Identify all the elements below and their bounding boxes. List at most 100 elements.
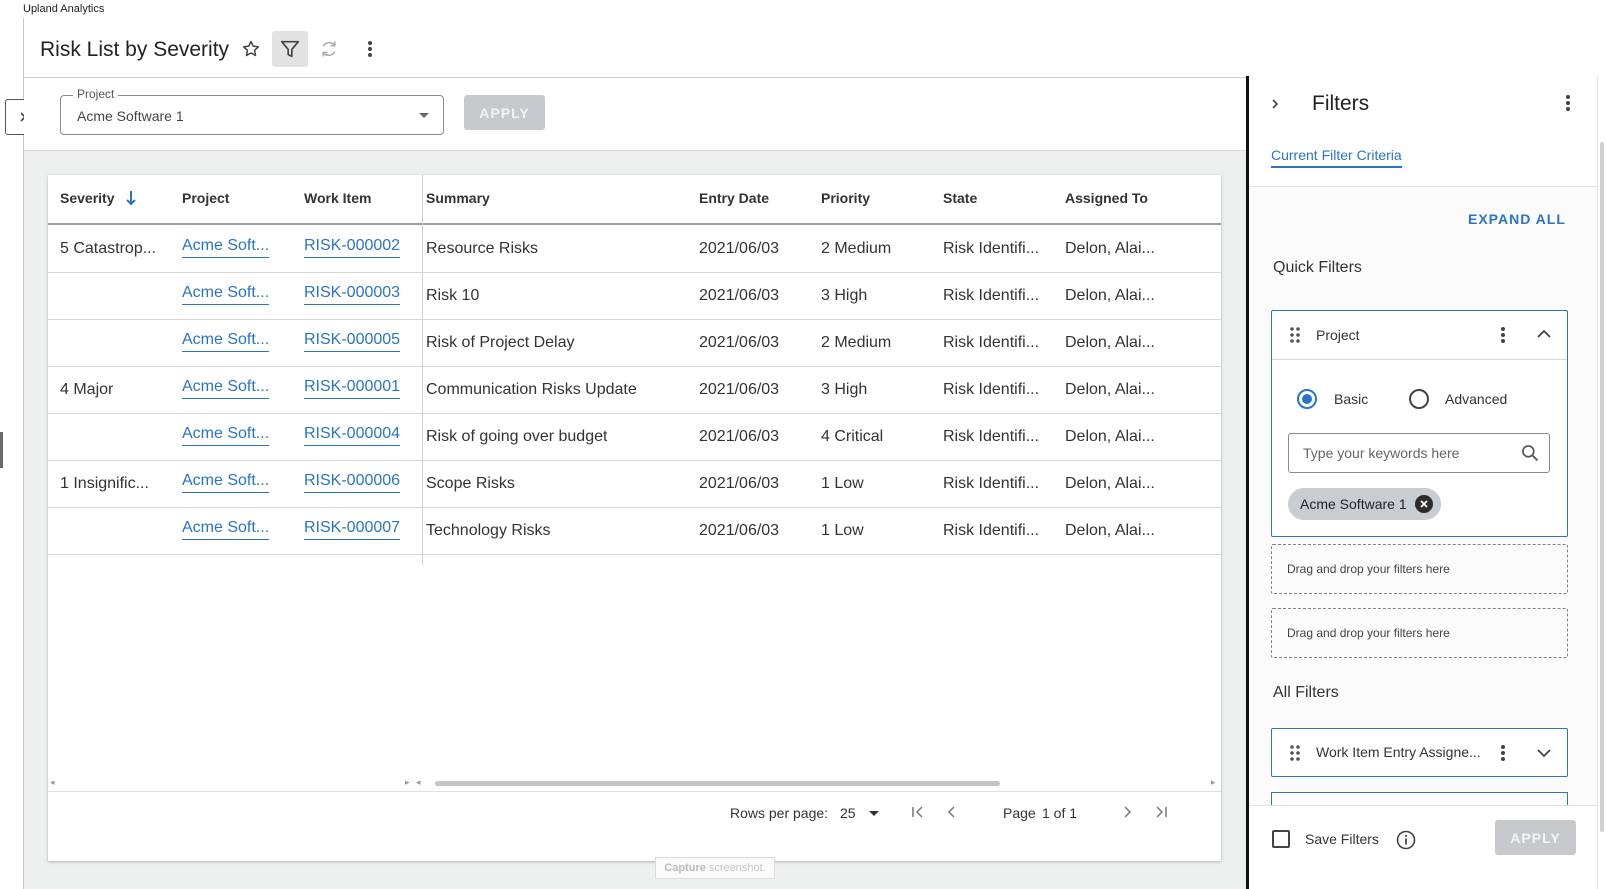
drag-handle-icon[interactable] [1289, 326, 1301, 344]
chevron-down-icon[interactable] [1537, 748, 1551, 758]
chevron-up-icon[interactable] [1537, 329, 1551, 339]
scroll-right-icon[interactable]: ▸ [1211, 777, 1216, 788]
prev-page-icon [947, 806, 955, 818]
page-label: Page [1003, 805, 1036, 821]
first-page-button[interactable] [908, 802, 928, 822]
column-header-state[interactable]: State [943, 190, 977, 206]
column-header-entry-date[interactable]: Entry Date [699, 190, 769, 206]
column-header-work-item[interactable]: Work Item [304, 190, 371, 206]
table-row[interactable]: Acme Soft... RISK-000005 Risk of Project D… [48, 319, 1221, 367]
cell-priority: 2 Medium [821, 334, 892, 351]
cell-entry-date: 2021/06/03 [699, 522, 780, 539]
column-header-severity[interactable]: Severity [60, 190, 137, 206]
filters-menu-button[interactable] [1560, 93, 1576, 113]
radio-advanced-label: Advanced [1445, 391, 1508, 407]
horizontal-scrollbar[interactable] [435, 781, 1000, 786]
cell-project[interactable]: Acme Soft... [182, 284, 270, 305]
kebab-menu-icon [1566, 95, 1570, 111]
scroll-left-icon[interactable]: ◂ [50, 777, 55, 788]
rows-per-page-select[interactable]: 25 [840, 805, 880, 821]
column-header-assigned-to[interactable]: Assigned To [1065, 190, 1148, 206]
prev-page-button[interactable] [942, 802, 962, 822]
cell-assigned-to: Delon, Alai... [1065, 428, 1155, 445]
risk-table: Severity Project Work Item Summary Entry… [48, 175, 1221, 861]
cell-work-item[interactable]: RISK-000002 [304, 237, 401, 258]
column-header-project[interactable]: Project [182, 190, 229, 206]
cell-project[interactable]: Acme Soft... [182, 472, 270, 493]
favorite-button[interactable] [233, 31, 269, 67]
scroll-right-icon[interactable]: ▸ [405, 777, 410, 788]
cell-assigned-to: Delon, Alai... [1065, 240, 1155, 257]
cell-state: Risk Identifi... [943, 381, 1040, 398]
cell-work-item[interactable]: RISK-000004 [304, 425, 401, 446]
more-options-button[interactable] [352, 31, 388, 67]
apply-button[interactable]: APPLY [464, 95, 545, 130]
save-filters-checkbox[interactable] [1272, 830, 1290, 848]
cell-project[interactable]: Acme Soft... [182, 378, 270, 399]
project-filter-header[interactable]: Project [1272, 311, 1567, 360]
table-row[interactable]: 4 Major Acme Soft... RISK-000001 Communicat… [48, 366, 1221, 414]
cell-state: Risk Identifi... [943, 475, 1040, 492]
cell-entry-date: 2021/06/03 [699, 287, 780, 304]
cell-work-item[interactable]: RISK-000001 [304, 378, 401, 399]
table-row[interactable]: 1 Insignific... Acme Soft... RISK-000006 Sc… [48, 460, 1221, 508]
filters-panel: Filters Current Filter Criteria EXPAND A… [1249, 76, 1597, 889]
next-page-button[interactable] [1117, 802, 1137, 822]
star-icon [242, 40, 260, 57]
collapse-panel-button[interactable] [1265, 94, 1285, 114]
tab-current-filter-criteria[interactable]: Current Filter Criteria [1271, 147, 1402, 168]
cell-state: Risk Identifi... [943, 240, 1040, 257]
project-select[interactable]: Project Acme Software 1 [60, 87, 444, 135]
cell-state: Risk Identifi... [943, 334, 1040, 351]
kebab-menu-icon[interactable] [1500, 744, 1506, 762]
cell-work-item[interactable]: RISK-000007 [304, 519, 401, 540]
info-icon[interactable] [1396, 830, 1416, 850]
search-icon[interactable] [1520, 443, 1540, 463]
all-filters-title: All Filters [1273, 684, 1339, 701]
refresh-icon [322, 41, 336, 57]
table-row[interactable]: 5 Catastrop... Acme Soft... RISK-000002 Res… [48, 225, 1221, 273]
radio-basic[interactable] [1297, 389, 1317, 409]
drag-handle-icon[interactable] [1289, 744, 1301, 762]
filters-apply-button[interactable]: APPLY [1495, 820, 1576, 855]
refresh-button[interactable] [311, 31, 347, 67]
work-item-entry-assignee-filter[interactable]: Work Item Entry Assigne... [1271, 728, 1568, 777]
panel-scroll-thumb[interactable] [1600, 142, 1604, 832]
table-row[interactable]: Acme Soft... RISK-000003 Risk 10 2021/06/03… [48, 272, 1221, 320]
cell-state: Risk Identifi... [943, 287, 1040, 304]
close-circle-icon[interactable] [1414, 495, 1433, 513]
filter-dropzone[interactable]: Drag and drop your filters here [1271, 608, 1568, 658]
cell-project[interactable]: Acme Soft... [182, 331, 270, 352]
cell-priority: 3 High [821, 287, 868, 304]
table-row[interactable]: Acme Soft... RISK-000004 Risk of going ove… [48, 413, 1221, 461]
cell-priority: 2 Medium [821, 240, 892, 257]
last-page-button[interactable] [1151, 802, 1171, 822]
column-header-summary[interactable]: Summary [426, 190, 490, 206]
keyword-search-input[interactable] [1288, 433, 1550, 473]
scroll-left-icon[interactable]: ◂ [416, 777, 421, 788]
capture-screenshot-button[interactable]: Capture screenshot. [655, 857, 775, 879]
cell-project[interactable]: Acme Soft... [182, 519, 270, 540]
cell-priority: 4 Critical [821, 428, 884, 445]
filter-toggle-button[interactable] [272, 31, 308, 67]
cell-work-item[interactable]: RISK-000006 [304, 472, 401, 493]
radio-advanced[interactable] [1409, 389, 1429, 409]
table-row[interactable]: Acme Soft... RISK-000007 Technology Risks 2… [48, 507, 1221, 555]
panel-scrollbar[interactable] [1597, 76, 1606, 889]
cell-project[interactable]: Acme Soft... [182, 425, 270, 446]
cell-work-item[interactable]: RISK-000003 [304, 284, 401, 305]
page-indicator: 1 of 1 [1042, 805, 1078, 821]
cell-entry-date: 2021/06/03 [699, 240, 780, 257]
project-select-label: Project [73, 87, 119, 101]
filter-dropzone[interactable]: Drag and drop your filters here [1271, 544, 1568, 594]
cell-project[interactable]: Acme Soft... [182, 237, 270, 258]
kebab-menu-icon[interactable] [1500, 326, 1506, 344]
cell-entry-date: 2021/06/03 [699, 428, 780, 445]
next-filter-card [1271, 792, 1568, 806]
cell-summary: Resource Risks [426, 240, 539, 257]
cell-priority: 3 High [821, 381, 868, 398]
column-header-priority[interactable]: Priority [821, 190, 870, 206]
expand-all-button[interactable]: EXPAND ALL [1468, 211, 1566, 227]
cell-work-item[interactable]: RISK-000005 [304, 331, 401, 352]
left-edge-handle[interactable] [0, 432, 3, 468]
